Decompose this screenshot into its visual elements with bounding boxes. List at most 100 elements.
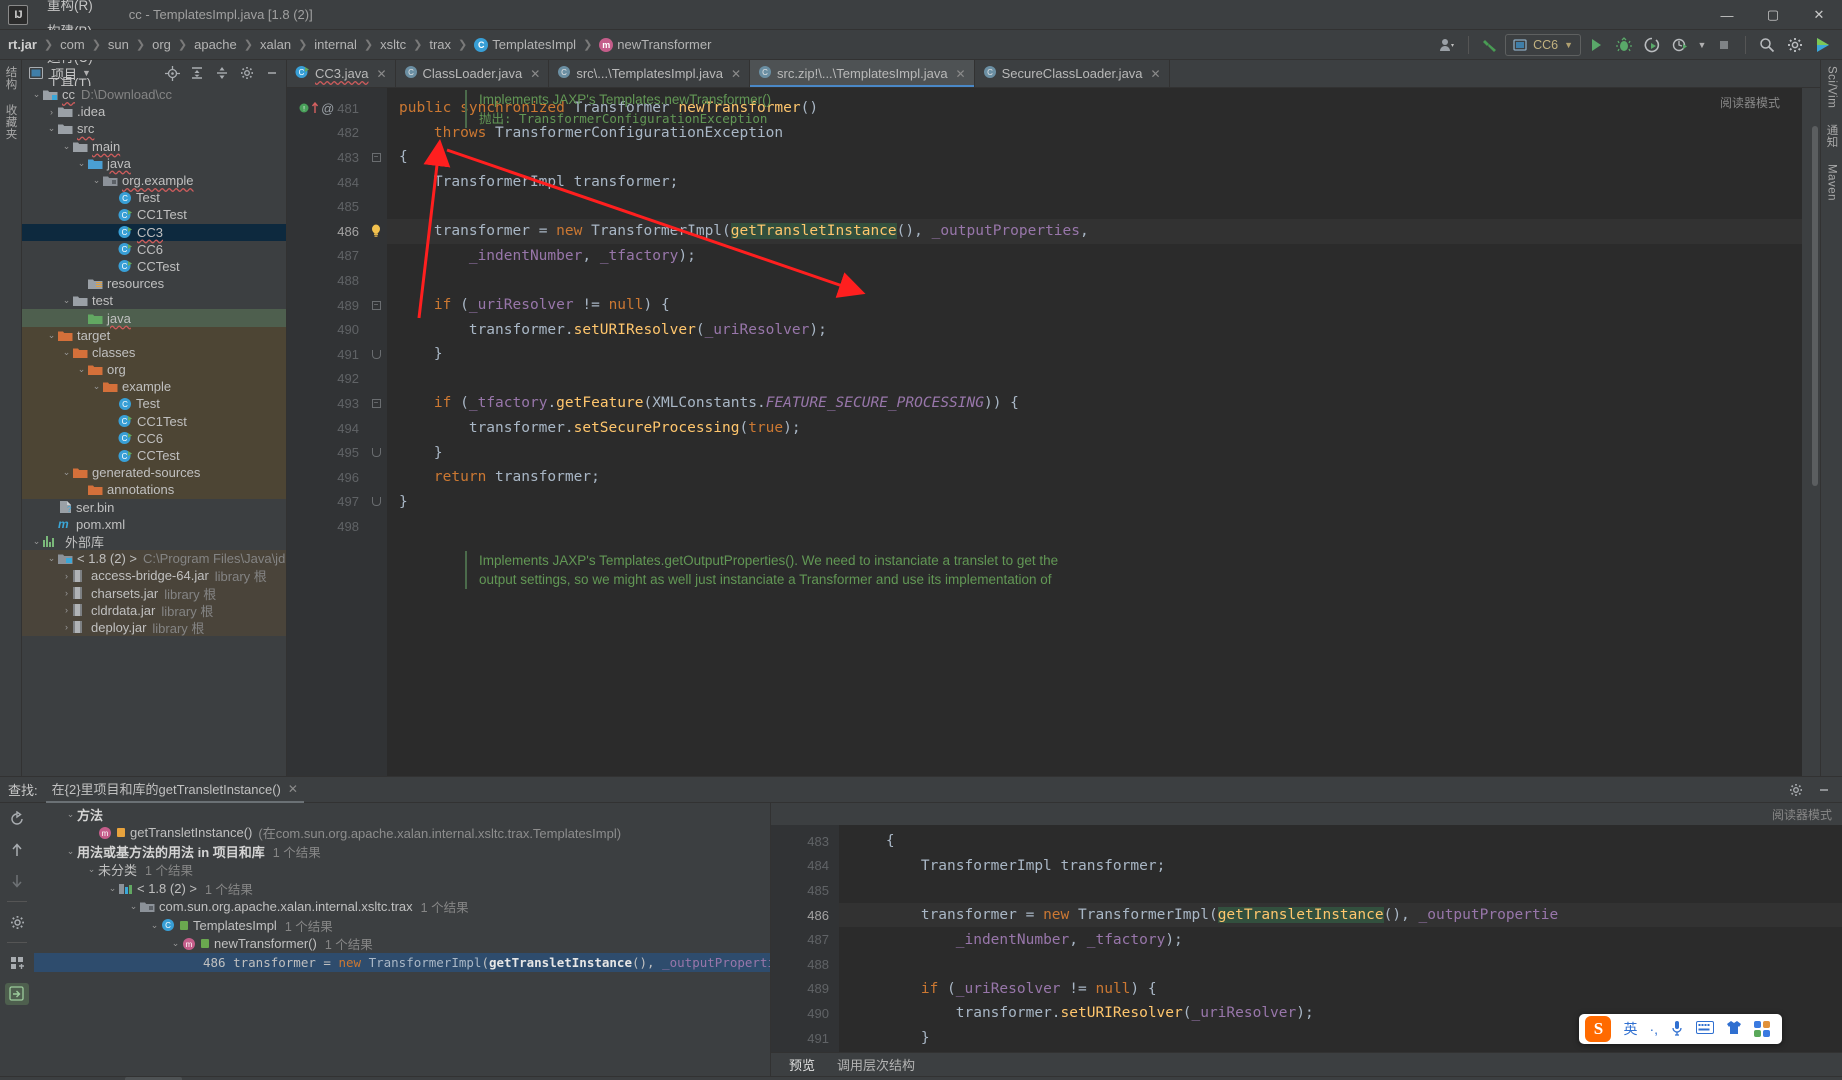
fold-end-icon[interactable] <box>371 349 381 359</box>
breadcrumb-class[interactable]: C TemplatesImpl <box>472 35 578 54</box>
code-line[interactable]: } <box>387 490 1802 515</box>
editor-tab[interactable]: C CC3.java ✕ <box>287 60 396 87</box>
find-result-row[interactable]: m getTransletInstance() (在com.sun.org.apac… <box>34 824 770 843</box>
fold-marker[interactable]: − <box>365 145 387 170</box>
code-line[interactable] <box>387 194 1802 219</box>
breadcrumb-item-8[interactable]: trax <box>427 35 453 54</box>
fold-end-icon[interactable] <box>371 448 381 458</box>
breadcrumb-item-3[interactable]: org <box>150 35 173 54</box>
close-icon[interactable]: ✕ <box>288 782 298 796</box>
breadcrumb-item-1[interactable]: com <box>58 35 87 54</box>
menu-item-5[interactable]: 重构(R) <box>38 0 105 17</box>
tree-node[interactable]: ⌄ org.example <box>22 172 286 189</box>
code-line[interactable]: return transformer; <box>387 465 1802 490</box>
code-line[interactable]: { <box>387 145 1802 170</box>
chevron-down-icon[interactable]: ⌄ <box>30 89 43 100</box>
find-result-row[interactable]: ⌄ < 1.8 (2) > 1 个结果 <box>34 879 770 898</box>
ime-language-label[interactable]: 英 <box>1623 1019 1637 1039</box>
tree-node[interactable]: m pom.xml <box>22 516 286 533</box>
code-line[interactable] <box>387 268 1802 293</box>
breadcrumb-item-4[interactable]: apache <box>192 35 239 54</box>
fold-collapse-icon[interactable]: − <box>371 152 381 162</box>
tree-node[interactable]: java <box>22 309 286 327</box>
tree-node[interactable]: ⌄ src <box>22 120 286 137</box>
fold-collapse-icon[interactable]: − <box>371 300 381 310</box>
editor-tab[interactable]: C ClassLoader.java ✕ <box>396 60 550 87</box>
chevron-right-icon[interactable]: › <box>60 588 73 598</box>
tree-node[interactable]: ⌄ generated-sources <box>22 464 286 482</box>
chevron-right-icon[interactable]: › <box>45 107 58 117</box>
editor-tab[interactable]: Csrc.zip!\...\TemplatesImpl.java ✕ <box>750 60 975 87</box>
fold-marker[interactable] <box>365 440 387 465</box>
tree-node[interactable]: C Test <box>22 395 286 413</box>
chevron-down-icon[interactable]: ⌄ <box>30 536 43 547</box>
code-line[interactable]: transformer.setURIResolver(_uriResolver)… <box>387 317 1802 342</box>
chevron-down-icon[interactable]: ⌄ <box>60 347 73 358</box>
code-line[interactable]: } <box>387 440 1802 465</box>
chevron-down-icon[interactable]: ⌄ <box>45 123 58 134</box>
chevron-down-icon[interactable]: ⌄ <box>148 920 161 931</box>
editor-tab[interactable]: C SecureClassLoader.java ✕ <box>975 60 1170 87</box>
close-icon[interactable]: ✕ <box>376 67 386 81</box>
fold-marker[interactable]: − <box>365 293 387 318</box>
code-folding-column[interactable]: − − − <box>365 88 387 776</box>
tree-node[interactable]: ⌄ target <box>22 326 286 344</box>
tree-node[interactable]: C CC6 <box>22 429 286 447</box>
expand-all-icon[interactable] <box>187 63 207 83</box>
code-line[interactable]: _indentNumber, _tfactory); <box>387 244 1802 269</box>
chevron-down-icon[interactable]: ⌄ <box>106 883 119 894</box>
fold-collapse-icon[interactable]: − <box>371 398 381 408</box>
code-line[interactable]: if (_uriResolver != null) { <box>387 293 1802 318</box>
close-icon[interactable]: ✕ <box>1151 67 1161 81</box>
updates-icon[interactable] <box>1810 33 1836 57</box>
rerun-icon[interactable] <box>5 808 29 830</box>
preview-code-line[interactable] <box>839 952 1842 977</box>
editor-tab[interactable]: Csrc\...\TemplatesImpl.java ✕ <box>549 60 751 87</box>
profile-dropdown-icon[interactable]: ▼ <box>1695 33 1709 57</box>
settings-icon[interactable] <box>1782 33 1808 57</box>
find-tab[interactable]: 在{2}里项目和库的getTransletInstance() ✕ <box>45 777 305 803</box>
tree-node[interactable]: ⌄ < 1.8 (2) > C:\Program Files\Java\jdk <box>22 550 286 568</box>
run-configuration-selector[interactable]: CC6 ▼ <box>1505 34 1581 56</box>
close-icon[interactable]: ✕ <box>731 67 741 81</box>
code-line[interactable]: if (_tfactory.getFeature(XMLConstants.FE… <box>387 391 1802 416</box>
tree-node[interactable]: C CCTest <box>22 258 286 275</box>
sidebar-item-scivim[interactable]: Sci/Vim <box>1826 66 1838 108</box>
tree-node[interactable]: › charsets.jar library 根 <box>22 584 286 602</box>
tree-node[interactable]: C Test <box>22 189 286 206</box>
tree-node[interactable]: annotations <box>22 481 286 499</box>
tree-node[interactable]: ⌄ test <box>22 292 286 309</box>
debug-icon[interactable] <box>1611 33 1637 57</box>
find-results-tree[interactable]: ⌄ 方法 m getTransletInstance() (在com.sun.org.a… <box>34 803 770 1076</box>
preview-tab[interactable]: 调用层次结构 <box>833 1053 919 1076</box>
ime-punctuation-label[interactable]: ·, <box>1649 1021 1658 1037</box>
chevron-down-icon[interactable]: ⌄ <box>75 158 88 169</box>
run-icon[interactable] <box>1583 33 1609 57</box>
code-editor[interactable]: ! @481 482 483 484 485 486 487 488 489 490 491 492 49… <box>287 88 1820 776</box>
find-result-row[interactable]: ⌄ 用法或基方法的用法 in 项目和库 1 个结果 <box>34 842 770 861</box>
chevron-down-icon[interactable]: ⌄ <box>45 330 58 341</box>
sogou-logo-icon[interactable]: S <box>1585 1016 1612 1042</box>
tree-node[interactable]: › cldrdata.jar library 根 <box>22 601 286 619</box>
code-line[interactable]: } <box>387 342 1802 367</box>
next-occurrence-icon[interactable] <box>5 870 29 892</box>
preview-code-line[interactable]: transformer = new TransformerImpl(getTra… <box>839 902 1842 928</box>
export-icon[interactable] <box>5 983 29 1005</box>
preview-reader-mode-label[interactable]: 阅读器模式 <box>1772 806 1832 823</box>
chevron-down-icon[interactable]: ⌄ <box>169 938 182 949</box>
maximize-button[interactable]: ▢ <box>1750 0 1796 30</box>
tree-node[interactable]: resources <box>22 275 286 292</box>
tree-node[interactable]: ⌄ cc D:\Download\cc <box>22 86 286 103</box>
search-everywhere-icon[interactable] <box>1754 33 1780 57</box>
close-icon[interactable]: ✕ <box>956 67 966 81</box>
tree-node[interactable]: › deploy.jar library 根 <box>22 618 286 636</box>
chevron-down-icon[interactable]: ⌄ <box>127 901 140 912</box>
editor-annotation-strip[interactable] <box>1802 88 1820 776</box>
tree-node[interactable]: C CC1Test <box>22 412 286 430</box>
chevron-down-icon[interactable]: ⌄ <box>90 175 103 186</box>
breadcrumb-method[interactable]: m newTransformer <box>597 35 713 54</box>
skin-icon[interactable] <box>1726 1020 1742 1038</box>
settings-icon[interactable] <box>5 911 29 933</box>
tree-node[interactable]: C CCTest <box>22 446 286 465</box>
find-result-row[interactable]: ⌄ 方法 <box>34 805 770 824</box>
